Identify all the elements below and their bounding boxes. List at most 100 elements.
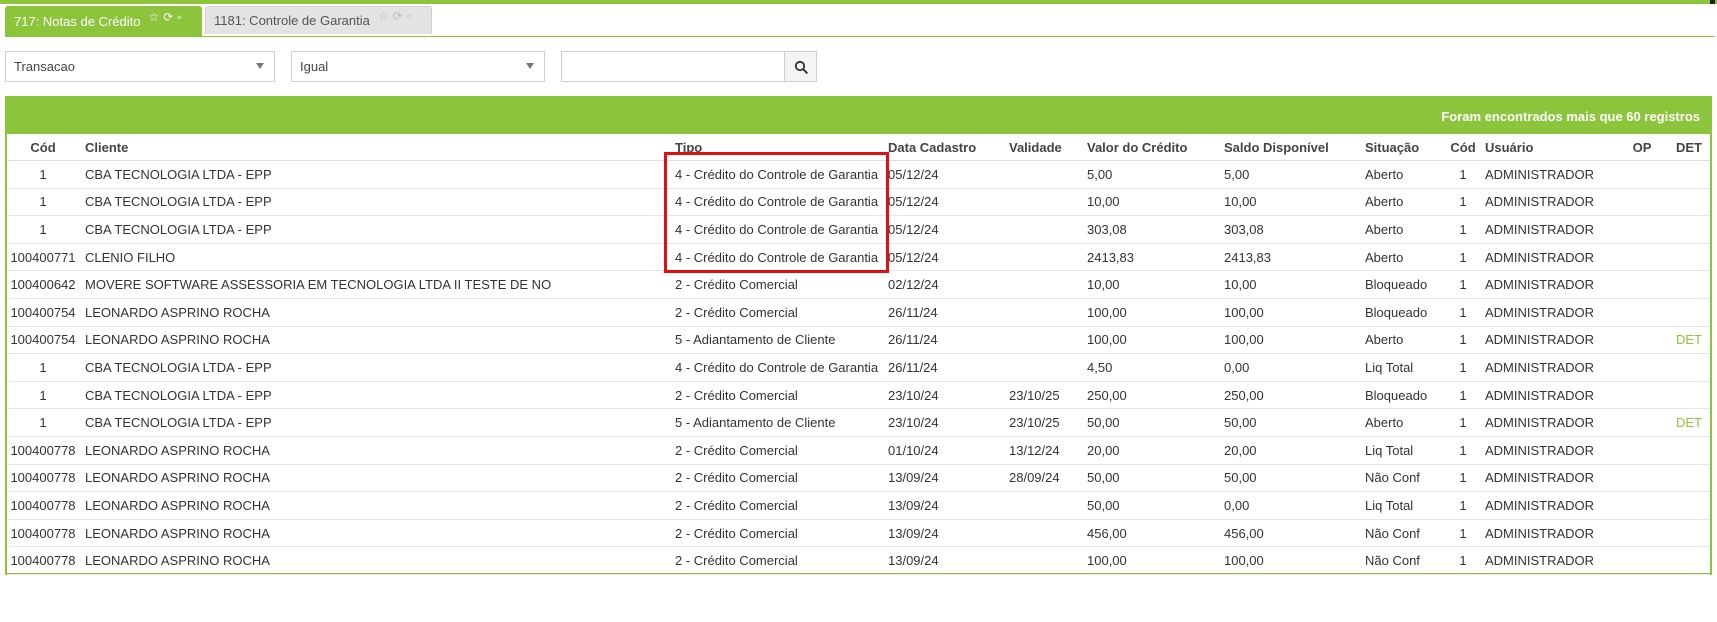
column-header-det[interactable]: DET: [1663, 134, 1710, 161]
cell-op: [1621, 464, 1663, 493]
cell-cod-usuario: 1: [1447, 436, 1479, 465]
column-header-usuario[interactable]: Usuário: [1479, 134, 1621, 161]
cell-cod: 100400642: [7, 270, 79, 299]
cell-cod-usuario: 1: [1447, 326, 1479, 355]
table-row[interactable]: 1 CBA TECNOLOGIA LTDA - EPP 4 - Crédito do…: [7, 160, 1710, 189]
cell-cod-usuario: 1: [1447, 270, 1479, 299]
cell-det: [1663, 546, 1710, 575]
table-row[interactable]: 1 CBA TECNOLOGIA LTDA - EPP 2 - Crédito Co…: [7, 381, 1710, 410]
search-button[interactable]: [784, 51, 817, 82]
cell-situacao: Bloqueado: [1359, 298, 1447, 327]
star-icon[interactable]: ☆: [148, 10, 159, 24]
column-header-cod[interactable]: Cód: [7, 134, 79, 161]
column-header-cod-usuario[interactable]: Cód: [1447, 134, 1479, 161]
cell-situacao: Bloqueado: [1359, 381, 1447, 410]
cell-cod: 1: [7, 408, 79, 437]
operator-select[interactable]: Igual: [291, 51, 545, 82]
column-header-op[interactable]: OP: [1621, 134, 1663, 161]
column-header-cliente[interactable]: Cliente: [79, 134, 669, 161]
cell-situacao: Liq Total: [1359, 436, 1447, 465]
column-header-valor-do-credito[interactable]: Valor do Crédito: [1081, 134, 1218, 161]
det-link[interactable]: DET: [1663, 326, 1710, 355]
square-icon[interactable]: ▫: [177, 10, 181, 24]
cell-data-cadastro: 26/11/24: [882, 326, 1003, 355]
table-row[interactable]: 100400754 LEONARDO ASPRINO ROCHA 2 - Crédi…: [7, 298, 1710, 327]
tab-strip: 717: Notas de Crédito ☆ ⟳ ▫ 1181: Contro…: [5, 6, 432, 36]
search-input[interactable]: [561, 51, 785, 82]
cell-data-cadastro: 23/10/24: [882, 408, 1003, 437]
cell-validade: [1003, 188, 1081, 217]
cell-cliente: LEONARDO ASPRINO ROCHA: [79, 464, 669, 493]
column-header-data-cadastro[interactable]: Data Cadastro: [882, 134, 1003, 161]
cell-tipo: 4 - Crédito do Controle de Garantia: [669, 215, 882, 244]
cell-data-cadastro: 01/10/24: [882, 436, 1003, 465]
table-row[interactable]: 100400778 LEONARDO ASPRINO ROCHA 2 - Crédi…: [7, 436, 1710, 465]
cell-op: [1621, 408, 1663, 437]
cell-tipo: 2 - Crédito Comercial: [669, 491, 882, 520]
refresh-icon[interactable]: ⟳: [393, 9, 403, 23]
records-found-message: Foram encontrados mais que 60 registros: [1441, 108, 1700, 124]
cell-cliente: LEONARDO ASPRINO ROCHA: [79, 546, 669, 575]
cell-cliente: CLENIO FILHO: [79, 243, 669, 272]
star-icon[interactable]: ☆: [378, 9, 389, 23]
cell-saldo-disponivel: 100,00: [1218, 326, 1359, 355]
cell-tipo: 5 - Adiantamento de Cliente: [669, 408, 882, 437]
refresh-icon[interactable]: ⟳: [163, 10, 173, 24]
cell-saldo-disponivel: 100,00: [1218, 546, 1359, 575]
cell-usuario: ADMINISTRADOR: [1479, 408, 1621, 437]
table-row[interactable]: 100400778 LEONARDO ASPRINO ROCHA 2 - Crédi…: [7, 464, 1710, 493]
cell-det: [1663, 160, 1710, 189]
cell-situacao: Aberto: [1359, 326, 1447, 355]
cell-cod: 1: [7, 160, 79, 189]
cell-situacao: Liq Total: [1359, 491, 1447, 520]
cell-cod-usuario: 1: [1447, 381, 1479, 410]
cell-op: [1621, 188, 1663, 217]
column-header-tipo[interactable]: Tipo: [669, 134, 882, 161]
cell-usuario: ADMINISTRADOR: [1479, 188, 1621, 217]
table-row[interactable]: 100400778 LEONARDO ASPRINO ROCHA 2 - Crédi…: [7, 491, 1710, 520]
table-row[interactable]: 100400642 MOVERE SOFTWARE ASSESSORIA EM T…: [7, 270, 1710, 299]
cell-cod-usuario: 1: [1447, 215, 1479, 244]
cell-data-cadastro: 13/09/24: [882, 464, 1003, 493]
cell-op: [1621, 519, 1663, 548]
corner-marker: [1710, 0, 1715, 4]
column-header-situacao[interactable]: Situação: [1359, 134, 1447, 161]
column-header-saldo-disponivel[interactable]: Saldo Disponível: [1218, 134, 1359, 161]
table-row[interactable]: 1 CBA TECNOLOGIA LTDA - EPP 5 - Adiantamen…: [7, 408, 1710, 437]
tab-underline: [5, 36, 1715, 37]
table-row[interactable]: 100400778 LEONARDO ASPRINO ROCHA 2 - Crédi…: [7, 519, 1710, 548]
table-row[interactable]: 100400754 LEONARDO ASPRINO ROCHA 5 - Adian…: [7, 326, 1710, 355]
tab-controle-de-garantia[interactable]: 1181: Controle de Garantia ☆ ⟳ ▫: [205, 6, 432, 34]
cell-cod: 1: [7, 353, 79, 382]
cell-cliente: CBA TECNOLOGIA LTDA - EPP: [79, 215, 669, 244]
tab-notas-de-credito[interactable]: 717: Notas de Crédito ☆ ⟳ ▫: [5, 6, 202, 36]
table-row[interactable]: 1 CBA TECNOLOGIA LTDA - EPP 4 - Crédito do…: [7, 353, 1710, 382]
cell-saldo-disponivel: 50,00: [1218, 464, 1359, 493]
table-row[interactable]: 100400778 LEONARDO ASPRINO ROCHA 2 - Crédi…: [7, 546, 1710, 575]
table-row[interactable]: 1 CBA TECNOLOGIA LTDA - EPP 4 - Crédito do…: [7, 215, 1710, 244]
cell-valor-do-credito: 10,00: [1081, 270, 1218, 299]
cell-data-cadastro: 26/11/24: [882, 298, 1003, 327]
table-row[interactable]: 100400771 CLENIO FILHO 4 - Crédito do Cont…: [7, 243, 1710, 272]
cell-op: [1621, 353, 1663, 382]
column-header-validade[interactable]: Validade: [1003, 134, 1081, 161]
det-link[interactable]: DET: [1663, 408, 1710, 437]
cell-tipo: 5 - Adiantamento de Cliente: [669, 326, 882, 355]
square-icon[interactable]: ▫: [407, 9, 411, 23]
cell-cod-usuario: 1: [1447, 160, 1479, 189]
cell-cod: 100400778: [7, 436, 79, 465]
cell-saldo-disponivel: 50,00: [1218, 408, 1359, 437]
cell-cliente: LEONARDO ASPRINO ROCHA: [79, 298, 669, 327]
cell-usuario: ADMINISTRADOR: [1479, 326, 1621, 355]
cell-data-cadastro: 26/11/24: [882, 353, 1003, 382]
cell-det: [1663, 188, 1710, 217]
cell-cod: 100400778: [7, 464, 79, 493]
cell-validade: [1003, 243, 1081, 272]
table-row[interactable]: 1 CBA TECNOLOGIA LTDA - EPP 4 - Crédito do…: [7, 188, 1710, 217]
field-select[interactable]: Transacao: [5, 51, 275, 82]
cell-usuario: ADMINISTRADOR: [1479, 491, 1621, 520]
cell-cod-usuario: 1: [1447, 298, 1479, 327]
cell-cod-usuario: 1: [1447, 353, 1479, 382]
cell-data-cadastro: 05/12/24: [882, 243, 1003, 272]
cell-usuario: ADMINISTRADOR: [1479, 381, 1621, 410]
